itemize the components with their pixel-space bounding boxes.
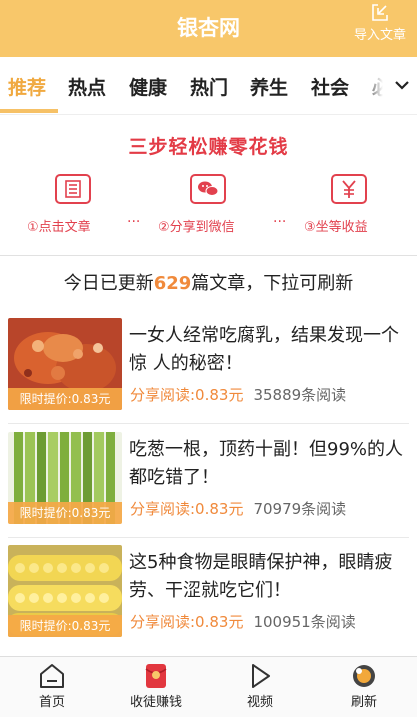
nav-refresh[interactable]: 刷新 bbox=[312, 657, 416, 717]
article-thumbnail[interactable]: 限时提价:0.83元 bbox=[8, 432, 122, 524]
step-dots-1: ··· bbox=[127, 214, 141, 230]
tab-hot[interactable]: 热点 bbox=[68, 73, 106, 100]
yen-icon[interactable] bbox=[331, 174, 367, 204]
chevron-down-icon[interactable] bbox=[392, 75, 412, 95]
article-meta: 分享阅读:0.83元 35889条阅读 bbox=[130, 384, 346, 405]
article-thumbnail[interactable]: 限时提价:0.83元 bbox=[8, 545, 122, 637]
nav-home[interactable]: 首页 bbox=[0, 657, 104, 717]
article-meta: 分享阅读:0.83元 70979条阅读 bbox=[130, 498, 346, 519]
article-meta: 分享阅读:0.83元 100951条阅读 bbox=[130, 611, 356, 632]
tab-wellness[interactable]: 养生 bbox=[250, 73, 288, 100]
import-icon bbox=[372, 4, 388, 21]
article-item[interactable]: 限时提价:0.83元 一女人经常吃腐乳，结果发现一个惊 人的秘密！ 分享阅读:0… bbox=[0, 318, 417, 433]
wechat-icon[interactable] bbox=[190, 174, 226, 204]
nav-home-label: 首页 bbox=[38, 695, 65, 710]
refresh-icon bbox=[353, 665, 375, 687]
import-article-button[interactable]: 导入文章 bbox=[351, 4, 409, 43]
tab-popular[interactable]: 热门 bbox=[190, 73, 228, 100]
price-badge: 限时提价:0.83元 bbox=[8, 388, 122, 410]
nav-video-label: 视频 bbox=[246, 695, 273, 710]
article-item[interactable]: 限时提价:0.83元 这5种食物是眼睛保护神，眼睛疲劳、干涩就吃它们！ 分享阅读… bbox=[0, 545, 417, 660]
play-icon bbox=[252, 664, 270, 688]
price-badge: 限时提价:0.83元 bbox=[8, 615, 122, 637]
bottom-navigation: 首页 收徒赚钱 视频 刷新 bbox=[0, 656, 417, 717]
share-price: 分享阅读:0.83元 bbox=[130, 500, 244, 518]
divider bbox=[8, 423, 409, 424]
update-suffix: 篇文章，下拉可刷新 bbox=[191, 273, 354, 294]
promo-title: 三步轻松赚零花钱 bbox=[128, 136, 289, 158]
read-count: 100951条阅读 bbox=[253, 613, 356, 631]
step-3-label: ③坐等收益 bbox=[304, 220, 368, 235]
read-count: 70979条阅读 bbox=[253, 500, 347, 518]
step-2-label: ②分享到微信 bbox=[158, 220, 235, 235]
import-label: 导入文章 bbox=[353, 28, 406, 43]
app-header: 银杏网 导入文章 bbox=[0, 0, 417, 57]
category-tabs: 推荐 热点 健康 热门 养生 社会 必 bbox=[0, 57, 417, 115]
update-prefix: 今日已更新 bbox=[63, 273, 154, 294]
tab-health[interactable]: 健康 bbox=[129, 73, 167, 100]
active-tab-indicator bbox=[0, 109, 58, 113]
article-title[interactable]: 这5种食物是眼睛保护神，眼睛疲劳、干涩就吃它们！ bbox=[129, 549, 409, 605]
tab-society[interactable]: 社会 bbox=[311, 73, 349, 100]
promo-banner: 三步轻松赚零花钱 ①点击文章 ··· ②分享到微信 ··· ③坐等收益 bbox=[0, 116, 417, 256]
price-badge: 限时提价:0.83元 bbox=[8, 502, 122, 524]
share-price: 分享阅读:0.83元 bbox=[130, 386, 244, 404]
article-title[interactable]: 一女人经常吃腐乳，结果发现一个惊 人的秘密！ bbox=[129, 322, 409, 378]
update-notice: 今日已更新629篇文章，下拉可刷新 bbox=[0, 262, 417, 302]
nav-refresh-label: 刷新 bbox=[350, 695, 377, 710]
divider bbox=[8, 537, 409, 538]
tab-recommend[interactable]: 推荐 bbox=[8, 73, 46, 100]
article-title[interactable]: 吃葱一根，顶药十副！但99%的人都吃错了！ bbox=[129, 436, 409, 492]
nav-video[interactable]: 视频 bbox=[208, 657, 312, 717]
article-item[interactable]: 限时提价:0.83元 吃葱一根，顶药十副！但99%的人都吃错了！ 分享阅读:0.… bbox=[0, 432, 417, 547]
nav-recruit[interactable]: 收徒赚钱 bbox=[104, 657, 208, 717]
step-dots-2: ··· bbox=[273, 214, 287, 230]
step-1-label: ①点击文章 bbox=[27, 220, 91, 235]
read-count: 35889条阅读 bbox=[253, 386, 347, 404]
article-icon[interactable] bbox=[55, 174, 91, 204]
home-icon bbox=[40, 664, 64, 688]
tabs-fade bbox=[362, 57, 392, 113]
share-price: 分享阅读:0.83元 bbox=[130, 613, 244, 631]
red-envelope-icon bbox=[145, 664, 167, 688]
update-count: 629 bbox=[153, 273, 192, 294]
article-thumbnail[interactable]: 限时提价:0.83元 bbox=[8, 318, 122, 410]
nav-recruit-label: 收徒赚钱 bbox=[129, 695, 182, 710]
